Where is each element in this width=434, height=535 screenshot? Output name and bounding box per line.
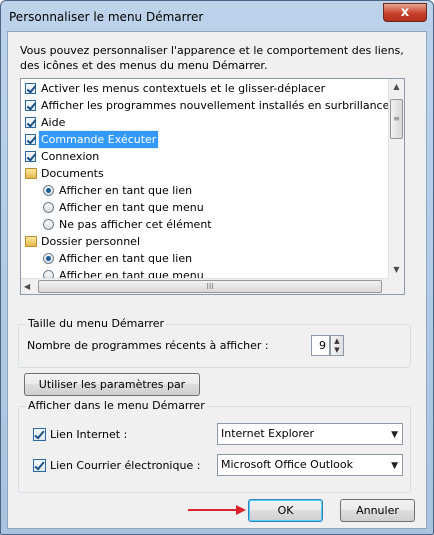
internet-link-label: Lien Internet : (50, 428, 128, 441)
horizontal-scrollbar[interactable]: ◀ III ▶ (21, 278, 404, 294)
cancel-button[interactable]: Annuler (340, 499, 415, 522)
window-title: Personnaliser le menu Démarrer (9, 10, 204, 24)
checkbox-icon[interactable] (25, 83, 36, 94)
checkbox-icon[interactable] (25, 100, 36, 111)
dropdown-arrow-icon: ▼ (391, 430, 398, 440)
dropdown-arrow-icon: ▼ (391, 461, 398, 471)
checkbox-icon[interactable] (25, 117, 36, 128)
email-link-checkbox[interactable] (33, 459, 46, 472)
email-link-value: Microsoft Office Outlook (221, 458, 353, 471)
list-item-label: Afficher en tant que menu (59, 201, 204, 214)
list-item-label: Afficher en tant que lien (59, 252, 193, 265)
list-item-label: Commande Exécuter (37, 130, 160, 149)
list-item-label: Activer les menus contextuels et le glis… (41, 82, 326, 95)
internet-link-dropdown[interactable]: Internet Explorer ▼ (217, 423, 403, 445)
recent-programs-label: Nombre de programmes récents à afficher … (27, 339, 269, 352)
vertical-scrollbar[interactable]: ▲ ≡ ▼ (388, 79, 404, 278)
show-in-menu-group-title: Afficher dans le menu Démarrer (26, 399, 207, 412)
recent-programs-input[interactable]: 9 (311, 335, 330, 356)
dialog-client-area: Vous pouvez personnaliser l'apparence et… (7, 31, 427, 529)
list-item-label: Ne pas afficher cet élément (59, 218, 212, 231)
list-item-label: Aide (41, 116, 66, 129)
scroll-left-icon[interactable]: ◀ (24, 282, 30, 291)
recent-programs-spinner[interactable]: ▲ ▼ (330, 335, 344, 356)
radio-icon[interactable] (43, 253, 54, 264)
radio-icon[interactable] (43, 219, 54, 230)
spin-down-icon[interactable]: ▼ (331, 346, 343, 355)
email-link-label: Lien Courrier électronique : (50, 459, 201, 472)
scroll-down-icon[interactable]: ▼ (389, 265, 404, 274)
use-defaults-button[interactable]: Utiliser les paramètres par défaut (24, 373, 200, 412)
title-bar[interactable]: Personnaliser le menu Démarrer x (1, 1, 433, 31)
internet-link-value: Internet Explorer (221, 427, 314, 440)
list-item-label: Connexion (41, 150, 100, 163)
ok-button[interactable]: OK (248, 499, 323, 522)
list-item-label: Afficher en tant que lien (59, 184, 193, 197)
annotation-arrow-icon (188, 505, 246, 515)
spin-up-icon[interactable]: ▲ (331, 337, 343, 346)
options-listbox[interactable]: Activer les menus contextuels et le glis… (20, 78, 405, 295)
vertical-scroll-thumb[interactable]: ≡ (390, 99, 403, 139)
radio-icon[interactable] (43, 202, 54, 213)
email-link-dropdown[interactable]: Microsoft Office Outlook ▼ (217, 454, 403, 476)
close-button[interactable]: x (383, 3, 427, 22)
internet-link-checkbox[interactable] (33, 428, 46, 441)
scroll-up-icon[interactable]: ▲ (389, 82, 404, 91)
checkbox-icon[interactable] (25, 151, 36, 162)
scrollbar-corner (388, 278, 404, 294)
dialog-window: Personnaliser le menu Démarrer x Vous po… (0, 0, 434, 535)
list-item-label: Dossier personnel (41, 235, 141, 248)
list-item-label: Documents (41, 167, 104, 180)
folder-icon (25, 236, 37, 247)
menu-size-group-title: Taille du menu Démarrer (26, 317, 167, 330)
horizontal-scroll-thumb[interactable]: III (38, 280, 382, 293)
description-text: Vous pouvez personnaliser l'apparence et… (20, 44, 404, 72)
radio-icon[interactable] (43, 185, 54, 196)
list-item-label: Afficher les programmes nouvellement ins… (41, 99, 390, 112)
show-in-menu-group: Afficher dans le menu Démarrer (18, 399, 411, 493)
folder-icon (25, 168, 37, 179)
checkbox-icon[interactable] (25, 134, 36, 145)
